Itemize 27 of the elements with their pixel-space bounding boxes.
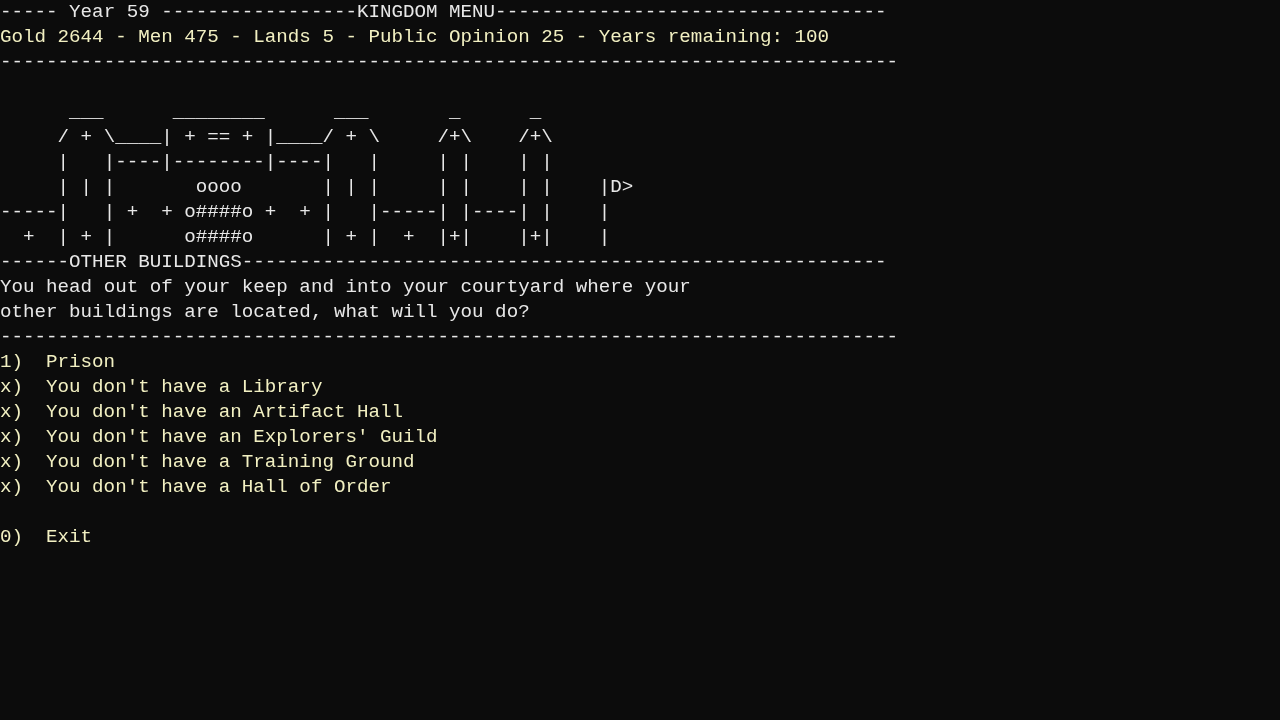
option-label: Exit — [46, 525, 93, 550]
ascii-art-line: | | | oooo | | | | | | | |D> — [56, 175, 634, 200]
option-key: 1) — [0, 350, 47, 375]
message-line: You head out of your keep and into your courtyard where your — [0, 275, 691, 300]
divider-line: ------------------------------------------------------------------------------ — [0, 50, 899, 75]
option-label: Prison — [46, 350, 116, 375]
option-label: You don't have an Artifact Hall — [46, 400, 403, 425]
option-key: x) — [0, 475, 47, 500]
divider-line: ------------------------------------------------------------------------------ — [0, 325, 899, 350]
message-line: other buildings are located, what will you do? — [0, 300, 530, 325]
option-key: x) — [0, 450, 47, 475]
option-key: x) — [0, 375, 47, 400]
ascii-art-line: / + \____| + == + |____/ + \ /+\ /+\ — [56, 125, 553, 150]
status-line: Gold 2644 - Men 475 - Lands 5 - Public Opinion 25 - Years remaining: 100 — [0, 25, 830, 50]
ascii-art-line: -----| | + + o####o + + | |-----| |----| | | — [0, 200, 611, 225]
option-key: x) — [0, 425, 47, 450]
option-label: You don't have a Hall of Order — [46, 475, 392, 500]
option-label: You don't have a Training Ground — [46, 450, 415, 475]
option-key: x) — [0, 400, 47, 425]
ascii-art-line: + | + | o####o | + | + |+| |+| | — [22, 225, 611, 250]
option-label: You don't have a Library — [46, 375, 323, 400]
option-key: 0) — [0, 525, 47, 550]
option-label: You don't have an Explorers' Guild — [46, 425, 438, 450]
title-line: ----- Year 59 -----------------KINGDOM MENU---------------------------------- — [0, 0, 887, 25]
ascii-art-line: | |----|--------|----| | | | | | — [56, 150, 553, 175]
section-title: ------OTHER BUILDINGS-------------------------------------------------------- — [0, 250, 887, 275]
ascii-art-line: ___ ________ ___ _ _ — [68, 100, 542, 125]
